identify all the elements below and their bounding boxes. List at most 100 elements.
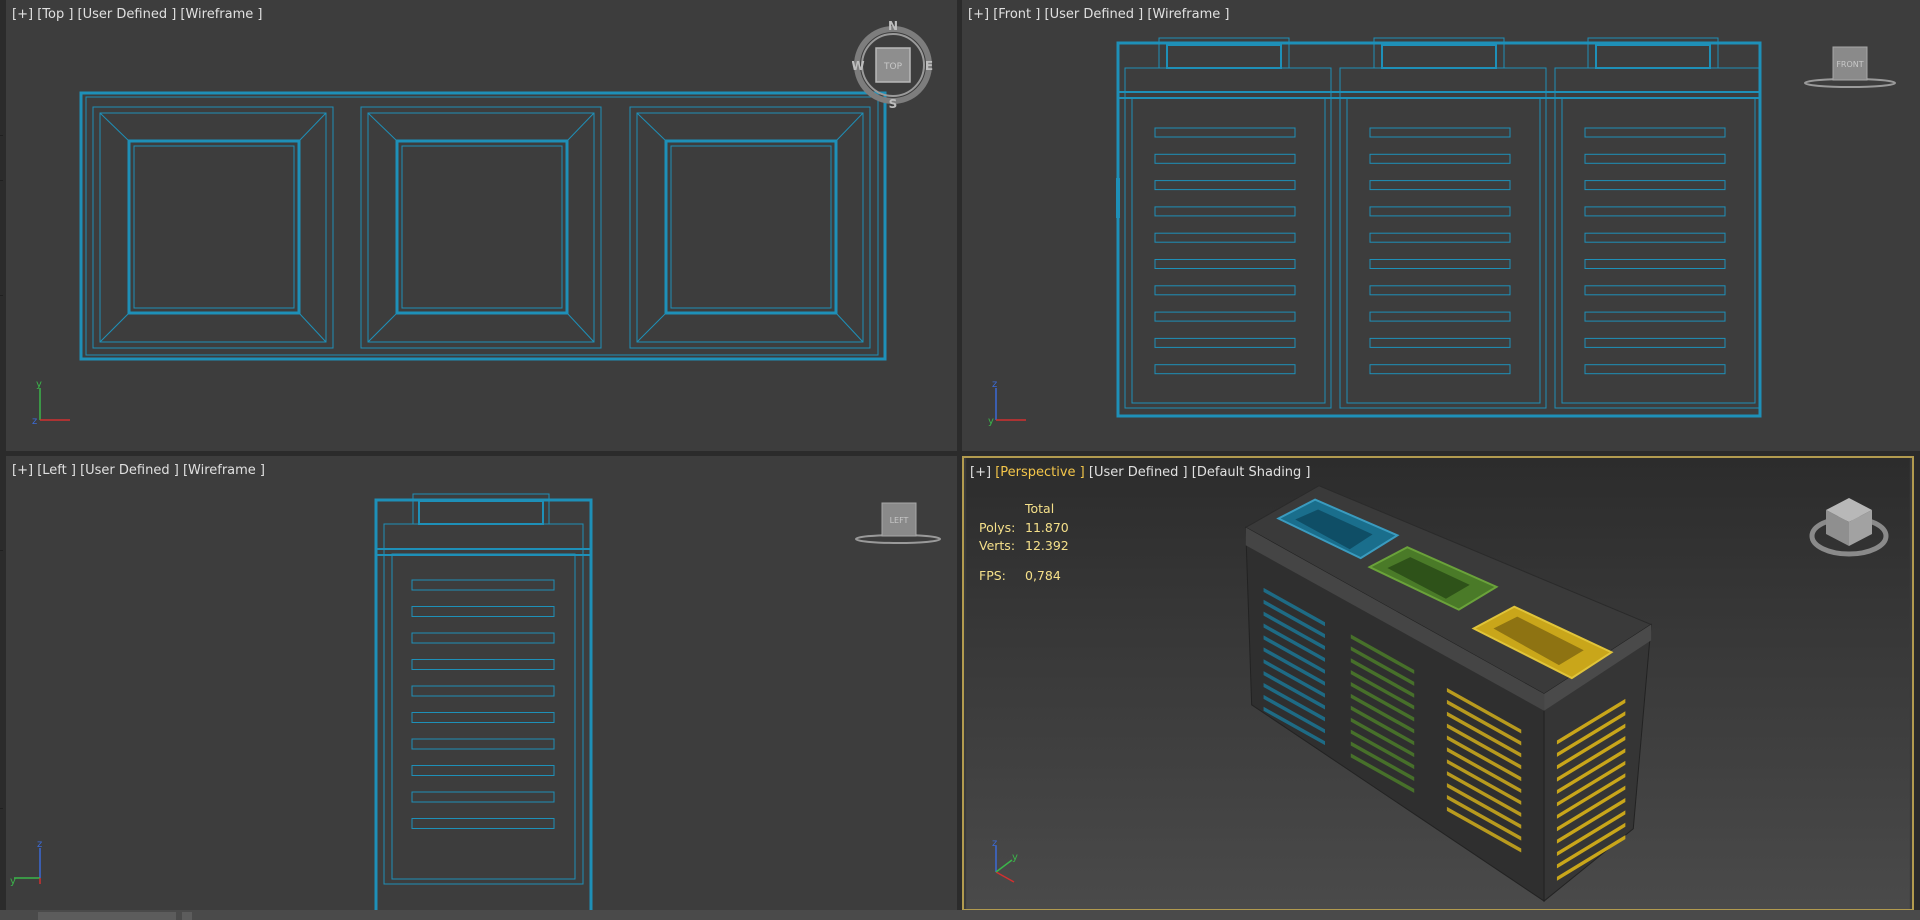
vent-slat xyxy=(1584,337,1726,348)
vent-slat xyxy=(411,765,555,776)
viewport-pov-label[interactable]: [Left ] xyxy=(37,463,76,478)
vent-slat xyxy=(1369,180,1511,191)
viewport-menu-plus[interactable]: [+] xyxy=(968,7,989,22)
vent-slat xyxy=(1154,337,1296,348)
viewport-menu-plus[interactable]: [+] xyxy=(12,7,33,22)
viewport-front[interactable]: [+] [Front ] [User Defined ] [Wireframe … xyxy=(962,0,1920,451)
viewport-label-perspective: [+] [Perspective ] [User Defined ] [Defa… xyxy=(970,465,1311,480)
vent-slat xyxy=(1369,232,1511,243)
top-wireframe xyxy=(79,91,887,361)
viewport-pov-label[interactable]: [Top ] xyxy=(37,7,73,22)
viewcube-left[interactable]: LEFT xyxy=(848,500,946,550)
viewcube-face-label: TOP xyxy=(883,62,903,72)
viewcube-front[interactable]: FRONT xyxy=(1800,44,1898,94)
vent-slat xyxy=(1369,337,1511,348)
compass-e: E xyxy=(925,59,933,73)
vent-slat xyxy=(411,818,555,829)
axis-z-label: z xyxy=(32,416,37,426)
vent-slat xyxy=(1369,153,1511,164)
viewport-left[interactable]: [+] [Left ] [User Defined ] [Wireframe ]… xyxy=(6,456,957,911)
vent-slat xyxy=(1584,259,1726,269)
vent-slat xyxy=(1154,285,1296,296)
statistics-overlay: Total Polys: 11.870 Verts: 12.392 FPS: 0,78… xyxy=(979,500,1069,585)
stats-verts-value: 12.392 xyxy=(1025,538,1069,553)
compass-w: W xyxy=(852,59,865,73)
vent-slat xyxy=(1154,180,1296,191)
axis-tripod-icon: z y xyxy=(10,839,42,886)
viewport-shading-label[interactable]: [Wireframe ] xyxy=(1147,7,1229,22)
timeline-segment xyxy=(182,912,192,920)
viewport-mode-label[interactable]: [User Defined ] xyxy=(78,7,177,22)
viewport-shading-label[interactable]: [Wireframe ] xyxy=(180,7,262,22)
axis-z-label: z xyxy=(37,839,42,850)
front-wireframe xyxy=(1116,37,1762,418)
vent-slat xyxy=(1369,127,1511,138)
viewcube-face-label: LEFT xyxy=(890,516,909,525)
viewport-mode-label[interactable]: [User Defined ] xyxy=(80,463,179,478)
vent-slat xyxy=(1584,364,1726,375)
vent-slat xyxy=(1584,180,1726,191)
viewport-pov-label[interactable]: [Front ] xyxy=(993,7,1040,22)
ruler-tick xyxy=(0,295,3,296)
vent-slat xyxy=(411,712,555,723)
vent-slat xyxy=(1369,206,1511,217)
vent-slat xyxy=(411,659,555,670)
stats-polys-value: 11.870 xyxy=(1025,519,1069,535)
vent-slat xyxy=(1584,153,1726,164)
left-wireframe xyxy=(374,493,593,911)
vent-slat xyxy=(1584,206,1726,217)
viewport-perspective[interactable]: [+] [Perspective ] [User Defined ] [Defa… xyxy=(962,456,1914,911)
stats-verts-label: Verts: xyxy=(979,538,1016,553)
vent-slat xyxy=(411,685,555,697)
time-slider-thumb[interactable] xyxy=(38,912,176,920)
viewcube-face-label: FRONT xyxy=(1836,60,1863,69)
timeline-strip[interactable] xyxy=(0,910,1920,920)
stats-header: Total xyxy=(1025,501,1055,516)
vent-slat xyxy=(411,606,555,617)
stats-fps-value: 0,784 xyxy=(1025,567,1061,583)
vent-slat xyxy=(1154,259,1296,269)
viewport-menu-plus[interactable]: [+] xyxy=(12,463,33,478)
viewport-mode-label[interactable]: [User Defined ] xyxy=(1045,7,1144,22)
ruler-tick xyxy=(0,808,3,809)
stats-fps-label: FPS: xyxy=(979,567,1006,583)
axis-z-label: z xyxy=(992,838,997,849)
vent-slat xyxy=(1369,311,1511,322)
vent-slat xyxy=(1154,153,1296,164)
viewport-pov-label[interactable]: [Perspective ] xyxy=(995,465,1085,480)
vent-slat xyxy=(411,791,555,803)
vent-slat xyxy=(1369,285,1511,296)
axis-y-label: y xyxy=(1012,852,1018,863)
axis-tripod-icon: z y xyxy=(988,379,1026,426)
axis-y-label: y xyxy=(36,379,42,390)
viewport-label-left: [+] [Left ] [User Defined ] [Wireframe ] xyxy=(12,463,265,478)
vent-slat xyxy=(1584,232,1726,243)
ruler-tick xyxy=(0,180,3,181)
viewport-label-front: [+] [Front ] [User Defined ] [Wireframe … xyxy=(968,7,1229,22)
viewport-mode-label[interactable]: [User Defined ] xyxy=(1089,465,1188,480)
vent-slat xyxy=(1154,311,1296,322)
axis-tripod-icon: y z xyxy=(32,379,70,426)
vent-slat xyxy=(1154,364,1296,375)
ruler-tick xyxy=(0,135,3,136)
ruler-tick xyxy=(0,550,3,551)
stats-polys-label: Polys: xyxy=(979,519,1016,535)
vent-slat xyxy=(1584,285,1726,296)
vent-slat xyxy=(411,632,555,644)
viewport-menu-plus[interactable]: [+] xyxy=(970,465,991,480)
vent-slat xyxy=(1584,311,1726,322)
viewport-label-top: [+] [Top ] [User Defined ] [Wireframe ] xyxy=(12,7,262,22)
vent-slat xyxy=(411,738,555,750)
viewcube-top[interactable]: TOP N S E W xyxy=(852,20,934,110)
viewcube-perspective[interactable] xyxy=(1808,492,1890,558)
axis-y-label: y xyxy=(10,876,16,886)
vent-slat xyxy=(1154,206,1296,217)
vent-slat xyxy=(1154,232,1296,243)
axis-z-label: z xyxy=(992,379,997,390)
viewport-shading-label[interactable]: [Default Shading ] xyxy=(1192,465,1311,480)
vent-slat xyxy=(1369,364,1511,375)
viewport-top[interactable]: [+] [Top ] [User Defined ] [Wireframe ] … xyxy=(6,0,957,451)
viewport-shading-label[interactable]: [Wireframe ] xyxy=(183,463,265,478)
vent-slat xyxy=(1369,259,1511,269)
axis-tripod-icon: z y xyxy=(992,838,1018,883)
